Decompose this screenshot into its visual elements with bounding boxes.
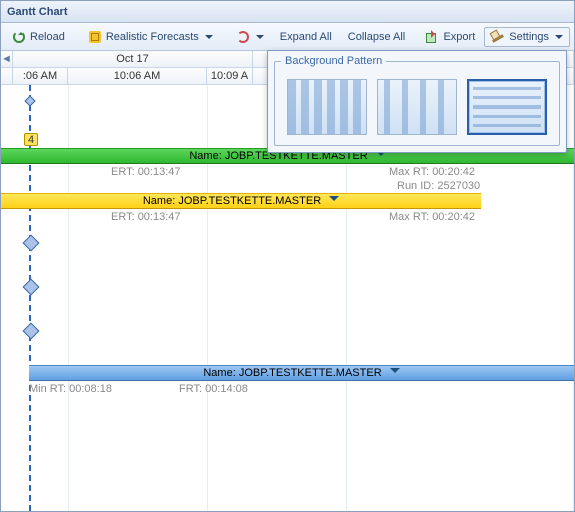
forecasts-dropdown[interactable]: Realistic Forecasts <box>81 27 220 47</box>
maxrt-label: Max RT: 00:20:42 <box>389 166 475 178</box>
collapse-all-button[interactable]: Collapse All <box>341 28 412 46</box>
pattern-option-vertical-dense[interactable] <box>287 79 367 135</box>
refresh-menu[interactable] <box>229 27 271 47</box>
chevron-down-icon <box>205 35 213 43</box>
tick-label: :06 AM <box>23 70 57 82</box>
runid-label: Run ID: 2527030 <box>397 180 480 192</box>
collapse-all-label: Collapse All <box>348 31 405 43</box>
settings-dropdown[interactable]: Settings <box>484 27 570 47</box>
maxrt-label: Max RT: 00:20:42 <box>389 211 475 223</box>
separator <box>224 28 225 46</box>
ert-label: ERT: 00:13:47 <box>111 211 181 223</box>
background-pattern-popup: Background Pattern <box>267 50 567 153</box>
count-label: 4 <box>28 134 34 146</box>
window-titlebar: Gantt Chart <box>1 1 574 23</box>
expand-all-label: Expand All <box>280 31 332 43</box>
refresh-icon <box>236 30 250 44</box>
popup-fieldset: Background Pattern <box>274 55 560 146</box>
pattern-option-vertical-sparse[interactable] <box>377 79 457 135</box>
popup-title: Background Pattern <box>281 55 386 67</box>
task-label: Name: JOBP.TESTKETTE.MASTER <box>203 367 381 379</box>
minrt-label: Min RT: 00:08:18 <box>29 383 112 395</box>
chevron-down-icon <box>390 368 400 378</box>
timeline-nav-left-2[interactable] <box>1 68 13 84</box>
chevron-down-icon <box>555 35 563 43</box>
forecast-icon <box>88 30 102 44</box>
forecasts-label: Realistic Forecasts <box>106 31 199 43</box>
tick-label: 10:09 A <box>211 70 248 82</box>
count-marker[interactable]: 4 <box>24 133 38 146</box>
separator <box>76 28 77 46</box>
expand-all-button[interactable]: Expand All <box>273 28 339 46</box>
tick-label: 10:06 AM <box>114 70 160 82</box>
timeline-date: Oct 17 <box>13 51 253 67</box>
task-bar-yellow[interactable]: Name: JOBP.TESTKETTE.MASTER <box>1 193 481 209</box>
pattern-options <box>281 75 553 135</box>
reload-label: Reload <box>30 31 65 43</box>
export-label: Export <box>443 31 475 43</box>
export-icon <box>425 30 439 44</box>
timeline-nav-left[interactable]: ◄ <box>1 51 13 67</box>
pattern-option-horizontal[interactable] <box>467 79 547 135</box>
toolbar: Reload Realistic Forecasts Expand All Co… <box>1 23 574 51</box>
chevron-down-icon <box>256 35 264 43</box>
timeline-tick: 10:06 AM <box>68 68 207 84</box>
timeline-date-label: Oct 17 <box>116 53 148 65</box>
timeline-tick: :06 AM <box>13 68 68 84</box>
window-title: Gantt Chart <box>7 6 68 18</box>
export-button[interactable]: Export <box>418 27 482 47</box>
reload-icon <box>12 30 26 44</box>
frt-label: FRT: 00:14:08 <box>179 383 248 395</box>
settings-icon <box>491 30 505 44</box>
task-label: Name: JOBP.TESTKETTE.MASTER <box>143 195 321 207</box>
task-bar-blue[interactable]: Name: JOBP.TESTKETTE.MASTER <box>29 365 574 381</box>
timeline-tick: 10:09 A <box>207 68 253 84</box>
ert-label: ERT: 00:13:47 <box>111 166 181 178</box>
reload-button[interactable]: Reload <box>5 27 72 47</box>
nav-left-icon: ◄ <box>1 53 12 65</box>
chevron-down-icon <box>329 196 339 206</box>
settings-label: Settings <box>509 31 549 43</box>
